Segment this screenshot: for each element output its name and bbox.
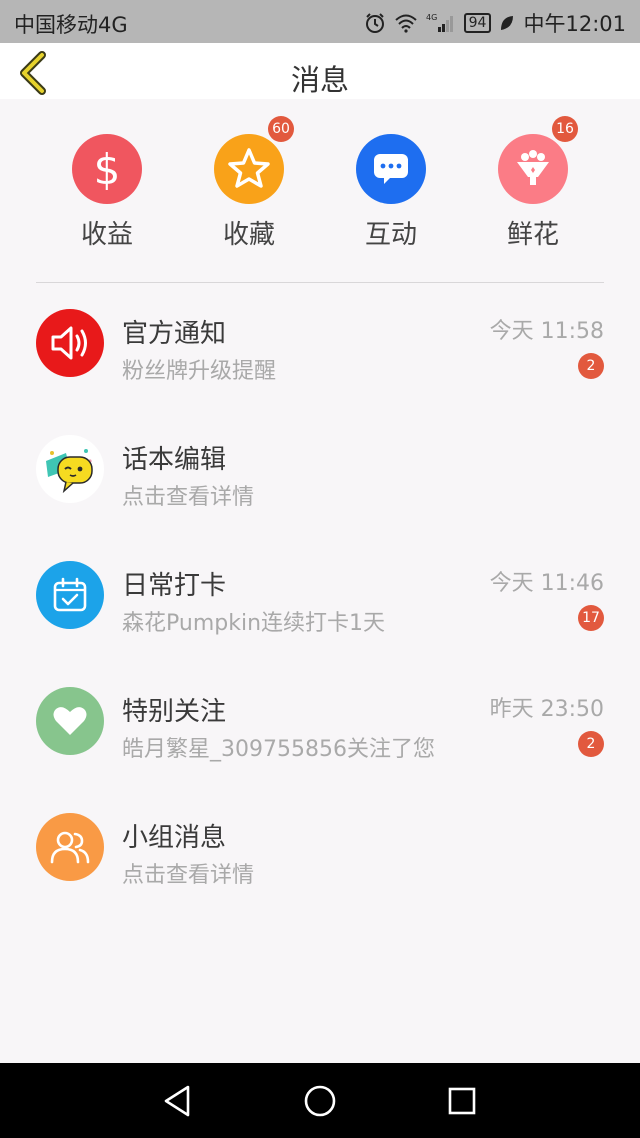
- clock: 中午12:01: [523, 12, 626, 36]
- item-subtitle: 点击查看详情: [122, 485, 255, 510]
- flower-bouquet-icon: 16: [498, 116, 578, 204]
- quick-item-flowers[interactable]: 16 鲜花: [462, 116, 604, 251]
- network-type-label: 4G: [426, 13, 437, 22]
- leaf-icon: [499, 14, 515, 32]
- chat-bubble-icon: [356, 134, 426, 204]
- item-title: 特别关注: [122, 697, 227, 727]
- back-triangle-icon[interactable]: [160, 1083, 196, 1119]
- favorites-badge: 60: [268, 116, 294, 142]
- editor-chat-avatar-icon: [36, 435, 104, 503]
- item-title: 话本编辑: [122, 445, 227, 475]
- item-title: 日常打卡: [122, 571, 227, 601]
- flowers-badge: 16: [552, 116, 578, 142]
- unread-badge: 2: [578, 731, 604, 757]
- dollar-icon: $: [72, 134, 142, 204]
- wifi-icon: [394, 13, 418, 33]
- quick-label: 互动: [364, 220, 417, 250]
- group-icon: [36, 813, 104, 881]
- quick-label: 收藏: [222, 220, 275, 250]
- quick-label: 收益: [80, 220, 133, 250]
- quick-item-earnings[interactable]: $ 收益: [36, 134, 178, 251]
- item-time: 今天 11:58: [489, 319, 604, 344]
- quick-item-interaction[interactable]: 互动: [320, 134, 462, 251]
- quick-label: 鲜花: [506, 220, 559, 250]
- quick-categories: $ 收益 60 收藏 互动 16 鲜花: [0, 99, 640, 282]
- status-bar: 中国移动4G 4G 94 中午12:01: [0, 0, 640, 43]
- item-title: 官方通知: [122, 319, 227, 349]
- calendar-check-icon: [36, 561, 104, 629]
- status-icons: 4G 94 中午12:01: [364, 8, 626, 38]
- system-nav-bar: [0, 1063, 640, 1138]
- battery-level: 94: [463, 13, 492, 33]
- item-time: 昨天 23:50: [489, 697, 604, 722]
- list-item-special-follow[interactable]: 特别关注 皓月繁星_309755856关注了您 昨天 23:50 2: [0, 661, 640, 787]
- star-icon: 60: [214, 116, 294, 204]
- quick-item-favorites[interactable]: 60 收藏: [178, 116, 320, 251]
- alarm-icon: [364, 12, 386, 34]
- list-item-daily-checkin[interactable]: 日常打卡 森花Pumpkin连续打卡1天 今天 11:46 17: [0, 535, 640, 661]
- item-subtitle: 点击查看详情: [122, 863, 255, 888]
- home-circle-icon[interactable]: [302, 1083, 338, 1119]
- item-time: 今天 11:46: [489, 571, 604, 596]
- list-item-group-messages[interactable]: 小组消息 点击查看详情: [0, 787, 640, 913]
- svg-text:$: $: [94, 146, 121, 192]
- message-list: 官方通知 粉丝牌升级提醒 今天 11:58 2 话本编辑 点击查看详情 日常打卡…: [0, 283, 640, 913]
- carrier-label: 中国移动4G: [14, 13, 128, 37]
- item-subtitle: 皓月繁星_309755856关注了您: [122, 737, 435, 762]
- heart-icon: [36, 687, 104, 755]
- item-subtitle: 森花Pumpkin连续打卡1天: [122, 611, 386, 636]
- unread-badge: 2: [578, 353, 604, 379]
- page-title: 消息: [290, 63, 349, 97]
- item-subtitle: 粉丝牌升级提醒: [122, 359, 277, 384]
- recents-square-icon[interactable]: [444, 1083, 480, 1119]
- signal-icon: 4G: [426, 12, 456, 34]
- unread-badge: 17: [578, 605, 604, 631]
- nav-bar: 消息: [0, 43, 640, 99]
- speaker-icon: [36, 309, 104, 377]
- list-item-official-notice[interactable]: 官方通知 粉丝牌升级提醒 今天 11:58 2: [0, 283, 640, 409]
- list-item-story-editor[interactable]: 话本编辑 点击查看详情: [0, 409, 640, 535]
- item-title: 小组消息: [122, 823, 227, 853]
